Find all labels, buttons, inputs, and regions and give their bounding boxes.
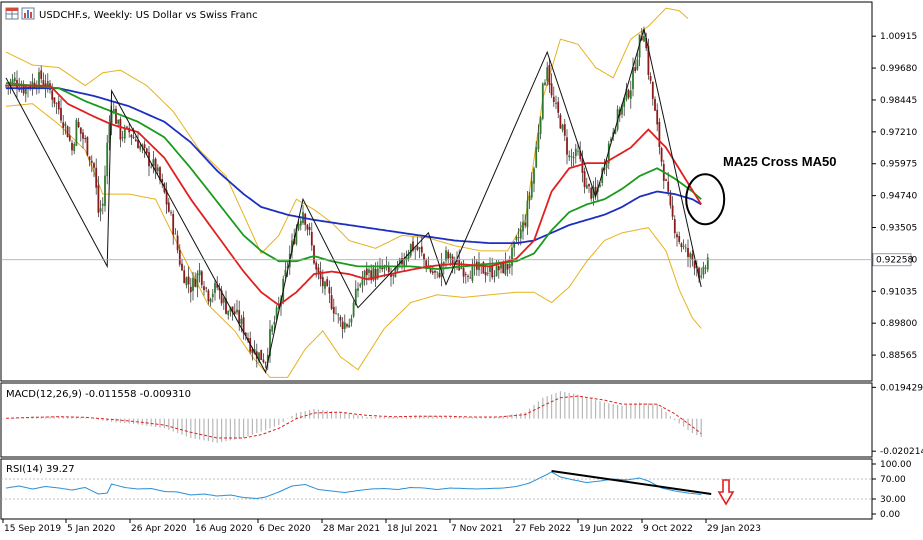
candle xyxy=(482,261,485,274)
time-tick-label: 19 Jun 2022 xyxy=(579,524,633,534)
time-tick-label: 26 Apr 2020 xyxy=(131,524,187,534)
price-tick-label: 0.94740 xyxy=(880,192,917,202)
rsi-title: RSI(14) 39.27 xyxy=(6,464,75,475)
time-tick-label: 5 Jan 2020 xyxy=(67,524,115,534)
price-tick-label: 0.88565 xyxy=(880,351,917,361)
price-tick-label: 0.93505 xyxy=(880,224,917,234)
bar-chart-icon[interactable] xyxy=(21,7,35,20)
candle xyxy=(352,300,355,318)
time-tick-label: 7 Nov 2021 xyxy=(451,524,503,534)
time-tick-label: 28 Mar 2021 xyxy=(323,524,380,534)
table-icon[interactable] xyxy=(5,7,19,20)
candle xyxy=(75,118,78,146)
price-chart-window[interactable]: USDCHF.s, Weekly: US Dollar vs Swiss Fra… xyxy=(0,0,923,540)
macd-tick-label: -0.020214 xyxy=(880,447,923,457)
candle xyxy=(260,349,263,361)
price-tick-label: 0.99680 xyxy=(880,64,917,74)
current-price-label: 0.92258 xyxy=(876,256,913,266)
price-tick-label: 0.89800 xyxy=(880,319,917,329)
window-header: USDCHF.s, Weekly: US Dollar vs Swiss Fra… xyxy=(5,7,258,21)
macd-tick-label: 0.019429 xyxy=(880,383,923,393)
time-tick-label: 27 Feb 2022 xyxy=(515,524,571,534)
price-tick-label: 0.95975 xyxy=(880,160,917,170)
price-tick-label: 0.97210 xyxy=(880,128,917,138)
time-tick-label: 15 Sep 2019 xyxy=(4,524,61,534)
price-tick-label: 0.91035 xyxy=(880,287,917,297)
time-tick-label: 16 Aug 2020 xyxy=(195,524,253,534)
price-tick-label: 0.98445 xyxy=(880,96,917,106)
candle xyxy=(66,125,69,138)
time-tick-label: 9 Oct 2022 xyxy=(643,524,693,534)
time-tick-label: 6 Dec 2020 xyxy=(259,524,311,534)
candle xyxy=(541,82,544,121)
rsi-tick-label: 30.00 xyxy=(880,495,906,505)
rsi-tick-label: 70.00 xyxy=(880,475,906,485)
time-tick-label: 29 Jan 2023 xyxy=(707,524,761,534)
ma-cross-label: MA25 Cross MA50 xyxy=(723,154,836,169)
rsi-tick-label: 0.00 xyxy=(880,510,900,520)
candle xyxy=(86,136,89,157)
candle xyxy=(313,244,315,265)
rsi-tick-label: 100.00 xyxy=(880,460,912,470)
current-price-tag: 0.92258 xyxy=(872,253,913,267)
macd-title: MACD(12,26,9) -0.011558 -0.009310 xyxy=(6,389,191,400)
time-tick-label: 18 Jul 2021 xyxy=(387,524,438,534)
chart-title: USDCHF.s, Weekly: US Dollar vs Swiss Fra… xyxy=(39,10,258,21)
candle xyxy=(559,113,562,129)
price-tick-label: 1.00915 xyxy=(880,32,917,42)
